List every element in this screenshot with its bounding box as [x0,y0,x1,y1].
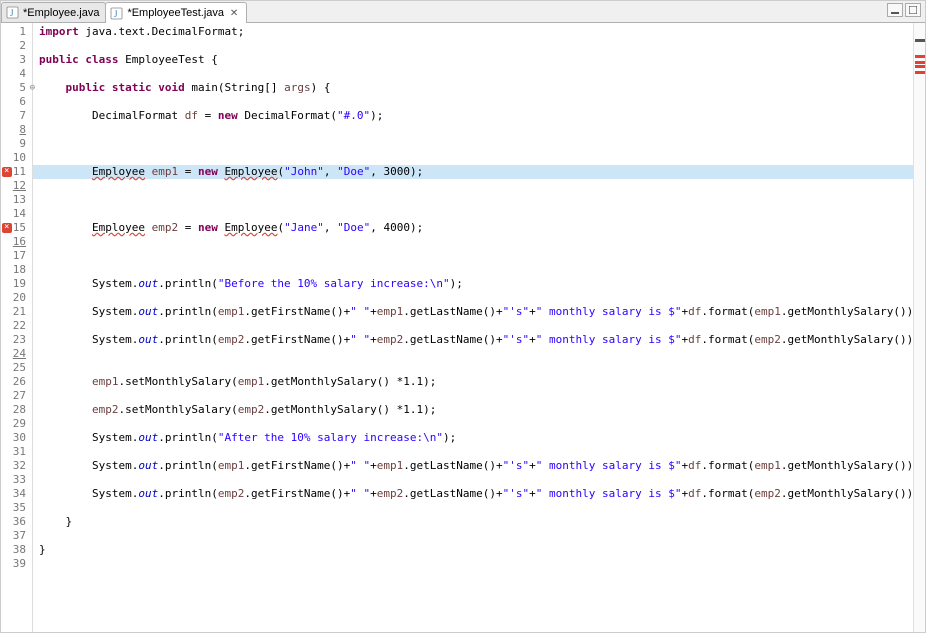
line-number[interactable]: 13 [1,193,32,207]
line-number[interactable]: 10 [1,151,32,165]
overview-ruler[interactable] [913,23,925,632]
line-number-gutter[interactable]: 1234567891011121314151617181920212223242… [1,23,33,632]
line-number[interactable]: 15 [1,221,32,235]
line-number[interactable]: 9 [1,137,32,151]
line-number[interactable]: 27 [1,389,32,403]
line-number[interactable]: 25 [1,361,32,375]
tab-bar: J *Employee.java J *EmployeeTest.java ✕ [1,1,925,23]
line-number[interactable]: 20 [1,291,32,305]
minimize-button[interactable] [887,3,903,17]
overview-marker[interactable] [915,39,925,42]
java-file-icon: J [6,6,19,19]
svg-text:J: J [10,8,14,18]
overview-marker[interactable] [915,71,925,74]
tab-label: *EmployeeTest.java [127,7,224,19]
overview-marker[interactable] [915,55,925,58]
line-number[interactable]: 21 [1,305,32,319]
line-number[interactable]: 35 [1,501,32,515]
line-number[interactable]: 5 [1,81,32,95]
line-number[interactable]: 14 [1,207,32,221]
line-number[interactable]: 30 [1,431,32,445]
window-controls [887,3,921,17]
line-number[interactable]: 6 [1,95,32,109]
line-number[interactable]: 7 [1,109,32,123]
line-number[interactable]: 17 [1,249,32,263]
line-number[interactable]: 3 [1,53,32,67]
line-number[interactable]: 36 [1,515,32,529]
line-number[interactable]: 18 [1,263,32,277]
line-number[interactable]: 12 [1,179,32,193]
overview-marker[interactable] [915,61,925,64]
line-number[interactable]: 8 [1,123,32,137]
line-number[interactable]: 37 [1,529,32,543]
line-number[interactable]: 29 [1,417,32,431]
maximize-button[interactable] [905,3,921,17]
svg-text:J: J [114,9,118,19]
line-number[interactable]: 38 [1,543,32,557]
line-number[interactable]: 26 [1,375,32,389]
line-number[interactable]: 22 [1,319,32,333]
line-number[interactable]: 1 [1,25,32,39]
line-number[interactable]: 4 [1,67,32,81]
java-file-icon: J [110,7,123,20]
code-editor[interactable]: import java.text.DecimalFormat; public c… [33,23,913,632]
tab-label: *Employee.java [23,7,99,19]
line-number[interactable]: 31 [1,445,32,459]
line-number[interactable]: 28 [1,403,32,417]
editor-area: 1234567891011121314151617181920212223242… [1,23,925,632]
line-number[interactable]: 11 [1,165,32,179]
line-number[interactable]: 24 [1,347,32,361]
line-number[interactable]: 2 [1,39,32,53]
line-number[interactable]: 33 [1,473,32,487]
overview-marker[interactable] [915,65,925,68]
line-number[interactable]: 19 [1,277,32,291]
line-number[interactable]: 32 [1,459,32,473]
line-number[interactable]: 34 [1,487,32,501]
tab-employeetest[interactable]: J *EmployeeTest.java ✕ [105,2,247,23]
line-number[interactable]: 16 [1,235,32,249]
line-number[interactable]: 23 [1,333,32,347]
tab-employee[interactable]: J *Employee.java [1,2,106,22]
line-number[interactable]: 39 [1,557,32,571]
close-icon[interactable]: ✕ [228,7,240,19]
